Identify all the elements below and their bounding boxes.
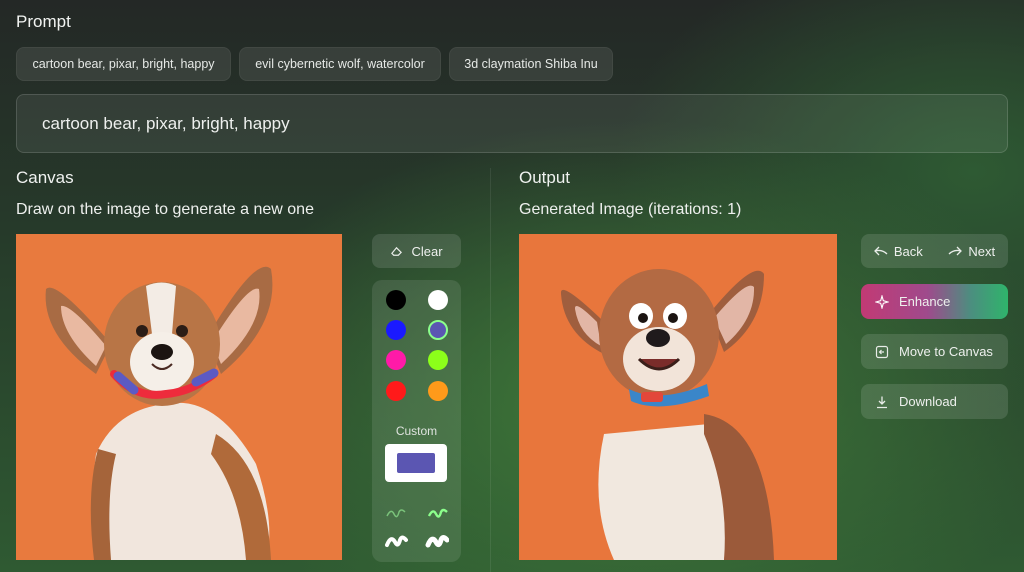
color-purple-selected[interactable] [428, 320, 448, 340]
redo-icon [948, 246, 963, 256]
next-button[interactable]: Next [948, 244, 995, 259]
history-nav: Back Next [861, 234, 1008, 268]
custom-color-label: Custom [395, 424, 438, 438]
suggestion-chip-2[interactable]: evil cybernetic wolf, watercolor [239, 47, 441, 81]
corgi-photo [16, 234, 342, 560]
undo-icon [873, 246, 888, 256]
eraser-icon [391, 246, 403, 256]
drawing-canvas[interactable] [16, 234, 342, 560]
output-title: Output [519, 168, 571, 187]
suggestion-chip-3[interactable]: 3d claymation Shiba Inu [449, 47, 613, 81]
thick-brush-icon[interactable] [384, 532, 408, 550]
move-label: Move to Canvas [899, 344, 993, 359]
custom-color-picker[interactable] [385, 444, 447, 482]
color-black[interactable] [386, 290, 406, 310]
color-red[interactable] [386, 381, 406, 401]
color-pink[interactable] [386, 350, 406, 370]
move-icon [875, 345, 889, 358]
color-white[interactable] [428, 290, 448, 310]
medium-brush-icon[interactable] [427, 506, 449, 520]
generated-image [519, 234, 837, 560]
color-orange[interactable] [428, 381, 448, 401]
prompt-input[interactable]: cartoon bear, pixar, bright, happy [16, 94, 1008, 153]
move-to-canvas-button[interactable]: Move to Canvas [861, 334, 1008, 369]
download-icon [877, 396, 887, 408]
back-label: Back [893, 243, 923, 259]
download-label: Download [899, 394, 957, 409]
canvas-title: Canvas [16, 168, 74, 187]
enhance-button[interactable]: Enhance [861, 284, 1008, 319]
clear-button[interactable]: Clear [372, 234, 461, 268]
download-button[interactable]: Download [861, 384, 1008, 419]
clear-label: Clear [411, 243, 443, 259]
extra-thick-brush-icon[interactable] [425, 532, 449, 550]
prompt-title: Prompt [16, 12, 71, 31]
color-lime[interactable] [428, 350, 448, 370]
enhance-label: Enhance [899, 294, 951, 309]
prompt-input-text: cartoon bear, pixar, bright, happy [42, 113, 290, 133]
color-blue[interactable] [386, 320, 406, 340]
back-button[interactable]: Back [873, 243, 923, 259]
sparkle-icon [875, 294, 889, 309]
custom-color-swatch [397, 453, 435, 473]
canvas-subtitle: Draw on the image to generate a new one [16, 201, 314, 218]
output-subtitle: Generated Image (iterations: 1) [519, 201, 742, 218]
suggestion-chip-1[interactable]: cartoon bear, pixar, bright, happy [16, 47, 231, 81]
cartoon-dog-image [519, 234, 837, 560]
next-label: Next [968, 243, 996, 259]
panel-divider [490, 168, 491, 572]
thin-brush-icon[interactable] [385, 506, 407, 520]
